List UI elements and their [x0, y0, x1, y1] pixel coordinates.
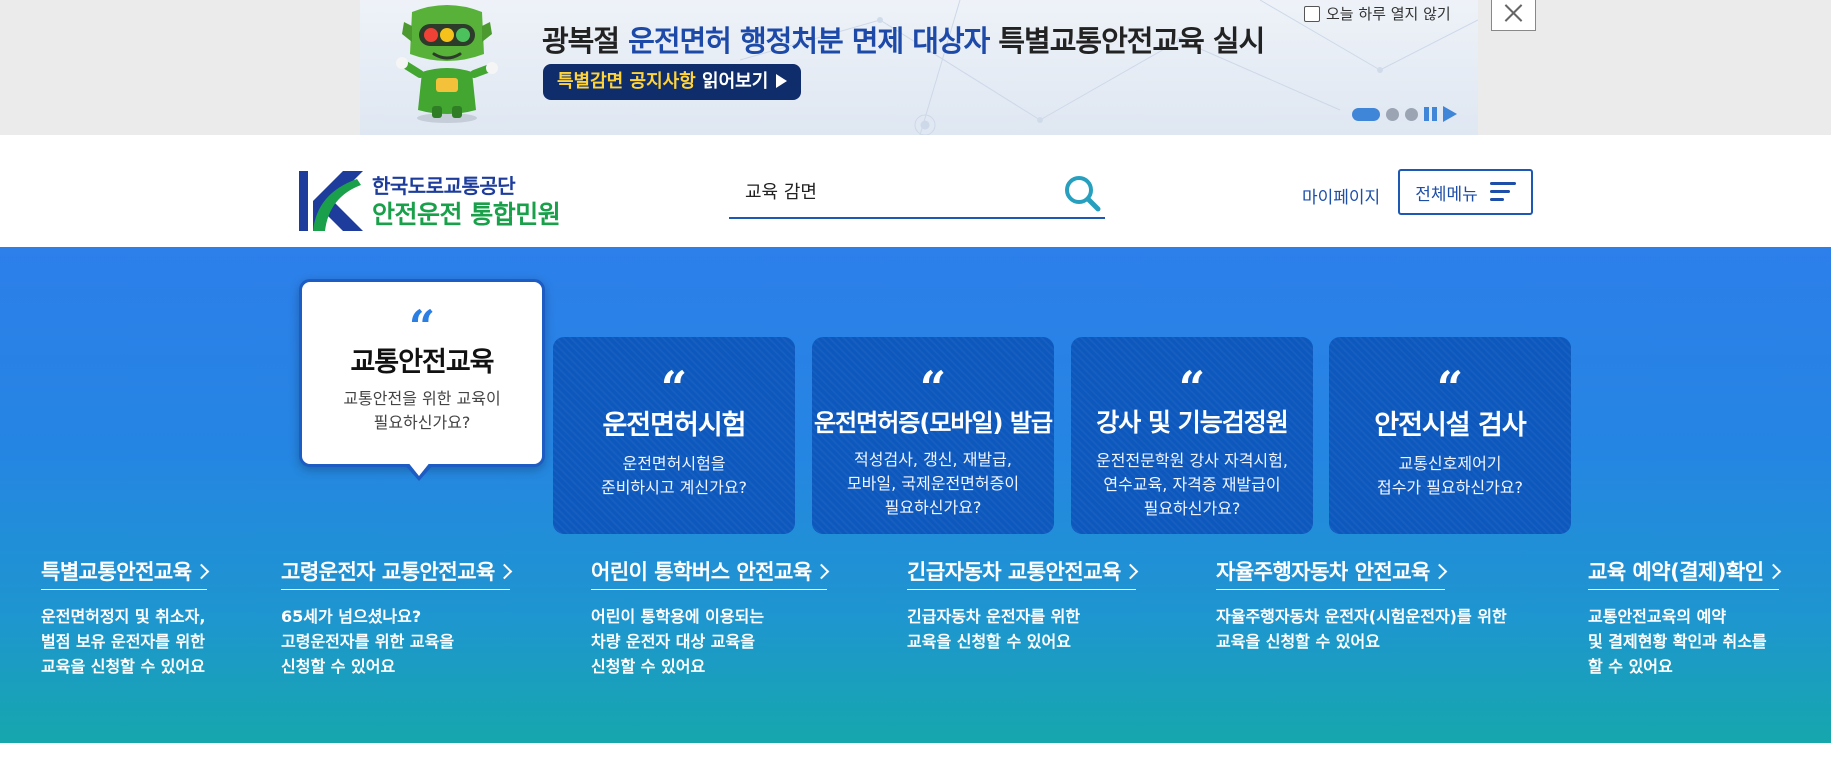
- card-description: 적성검사, 갱신, 재발급, 모바일, 국제운전면허증이 필요하신가요?: [846, 450, 1020, 517]
- sublink-elderly-education: 고령운전자 교통안전교육 65세가 넘으셨나요? 고령운전자를 위한 교육을 신…: [281, 556, 513, 679]
- sublink-description: 어린이 통학용에 이용되는 차량 운전자 대상 교육을 신청할 수 있어요: [591, 607, 765, 676]
- quote-icon: “: [1436, 365, 1464, 393]
- card-safety-facility-inspection[interactable]: “ 안전시설 검사 교통신호제어기 접수가 필요하신가요?: [1329, 337, 1571, 534]
- site-header: 한국도로교통공단 안전운전 통합민원 마이페이지 전체메뉴: [0, 135, 1831, 247]
- sublink-description: 65세가 넘으셨나요? 고령운전자를 위한 교육을 신청할 수 있어요: [281, 607, 455, 676]
- search-box: [729, 168, 1105, 219]
- chevron-right-icon: [1122, 563, 1139, 580]
- card-traffic-safety-education[interactable]: “ 교통안전교육 교통안전을 위한 교육이 필요하신가요?: [299, 279, 545, 467]
- koroad-logo-icon: [299, 171, 363, 231]
- slide-indicator-2[interactable]: [1386, 107, 1399, 121]
- search-icon[interactable]: [1063, 174, 1101, 212]
- play-arrow-icon: [776, 74, 788, 88]
- card-instructor-examiner[interactable]: “ 강사 및 기능검정원 운전전문학원 강사 자격시험, 연수교육, 자격증 재…: [1071, 337, 1313, 534]
- banner-read-more-button[interactable]: 특별감면 공지사항 읽어보기: [543, 64, 802, 100]
- pause-icon[interactable]: [1424, 107, 1437, 121]
- sublink-school-bus-education: 어린이 통학버스 안전교육 어린이 통학용에 이용되는 차량 운전자 대상 교육…: [591, 556, 829, 679]
- logo-service-name: 안전운전 통합민원: [372, 199, 561, 229]
- chevron-right-icon: [813, 563, 829, 580]
- active-card-pointer-fill: [407, 461, 431, 476]
- card-title: 강사 및 기능검정원: [1096, 408, 1288, 437]
- quote-icon: “: [660, 365, 688, 393]
- hamburger-icon: [1489, 182, 1516, 202]
- sublink-description: 자율주행자동차 운전자(시험운전자)를 위한 교육을 신청할 수 있어요: [1216, 607, 1507, 651]
- popup-banner: 광복절 운전면허 행정처분 면제 대상자 특별교통안전교육 실시 특별감면 공지…: [0, 0, 1831, 135]
- sublink-title[interactable]: 교육 예약(결제)확인: [1588, 556, 1781, 590]
- sublink-description: 운전면허정지 및 취소자, 벌점 보유 운전자를 위한 교육을 신청할 수 있어…: [41, 607, 206, 676]
- card-title: 교통안전교육: [350, 347, 494, 378]
- card-description: 운전면허시험을 준비하시고 계신가요?: [600, 454, 748, 497]
- sublink-title[interactable]: 고령운전자 교통안전교육: [281, 556, 513, 590]
- card-title: 운전면허시험: [602, 410, 746, 441]
- logo-org-name: 한국도로교통공단: [372, 173, 516, 198]
- sublink-description: 교통안전교육의 예약 및 결제현황 확인과 취소를 할 수 있어요: [1588, 607, 1767, 676]
- mypage-link[interactable]: 마이페이지: [1302, 183, 1380, 208]
- sublink-description: 긴급자동차 운전자를 위한 교육을 신청할 수 있어요: [907, 607, 1081, 651]
- card-title: 운전면허증(모바일) 발급: [813, 409, 1053, 437]
- chevron-right-icon: [193, 563, 209, 580]
- quote-icon: “: [1178, 365, 1206, 393]
- quote-icon: “: [919, 365, 947, 393]
- banner-title: 광복절 운전면허 행정처분 면제 대상자 특별교통안전교육 실시: [542, 24, 1265, 58]
- sublink-title[interactable]: 어린이 통학버스 안전교육: [591, 556, 829, 590]
- card-license-issuance[interactable]: “ 운전면허증(모바일) 발급 적성검사, 갱신, 재발급, 모바일, 국제운전…: [812, 337, 1054, 534]
- traffic-light-mascot-icon: [396, 5, 498, 123]
- slide-controls: [1352, 106, 1457, 122]
- sublink-emergency-vehicle-education: 긴급자동차 교통안전교육 긴급자동차 운전자를 위한 교육을 신청할 수 있어요: [907, 556, 1139, 654]
- all-menu-button[interactable]: 전체메뉴: [1398, 169, 1533, 215]
- checkbox-icon[interactable]: [1304, 5, 1320, 22]
- sublink-reservation-check: 교육 예약(결제)확인 교통안전교육의 예약 및 결제현황 확인과 취소를 할 …: [1588, 556, 1781, 679]
- card-license-test[interactable]: “ 운전면허시험 운전면허시험을 준비하시고 계신가요?: [553, 337, 795, 534]
- slide-indicator-1[interactable]: [1352, 107, 1380, 121]
- card-description: 운전전문학원 강사 자격시험, 연수교육, 자격증 재발급이 필요하신가요?: [1096, 451, 1288, 518]
- sublink-title[interactable]: 긴급자동차 교통안전교육: [907, 556, 1139, 590]
- site-logo[interactable]: 한국도로교통공단 안전운전 통합민원: [299, 171, 561, 231]
- chevron-right-icon: [1765, 563, 1781, 580]
- card-title: 안전시설 검사: [1374, 410, 1526, 441]
- chevron-right-icon: [1431, 563, 1448, 580]
- chevron-right-icon: [496, 563, 513, 580]
- sublink-autonomous-vehicle-education: 자율주행자동차 안전교육 자율주행자동차 운전자(시험운전자)를 위한 교육을 …: [1216, 556, 1507, 654]
- close-banner-button[interactable]: [1491, 0, 1536, 31]
- card-description: 교통안전을 위한 교육이 필요하신가요?: [343, 389, 501, 432]
- sublink-special-education: 특별교통안전교육 운전면허정지 및 취소자, 벌점 보유 운전자를 위한 교육을…: [41, 556, 209, 679]
- service-section: “ 교통안전교육 교통안전을 위한 교육이 필요하신가요? “ 운전면허시험 운…: [0, 247, 1831, 743]
- sublink-title[interactable]: 자율주행자동차 안전교육: [1216, 556, 1448, 590]
- sublink-title[interactable]: 특별교통안전교육: [41, 556, 209, 590]
- play-icon[interactable]: [1443, 106, 1457, 122]
- quote-icon: “: [408, 304, 436, 332]
- dont-show-today-checkbox[interactable]: 오늘 하루 열지 않기: [1304, 3, 1451, 24]
- slide-indicator-3[interactable]: [1405, 107, 1418, 121]
- search-input[interactable]: [745, 180, 1045, 201]
- card-description: 교통신호제어기 접수가 필요하신가요?: [1376, 454, 1524, 497]
